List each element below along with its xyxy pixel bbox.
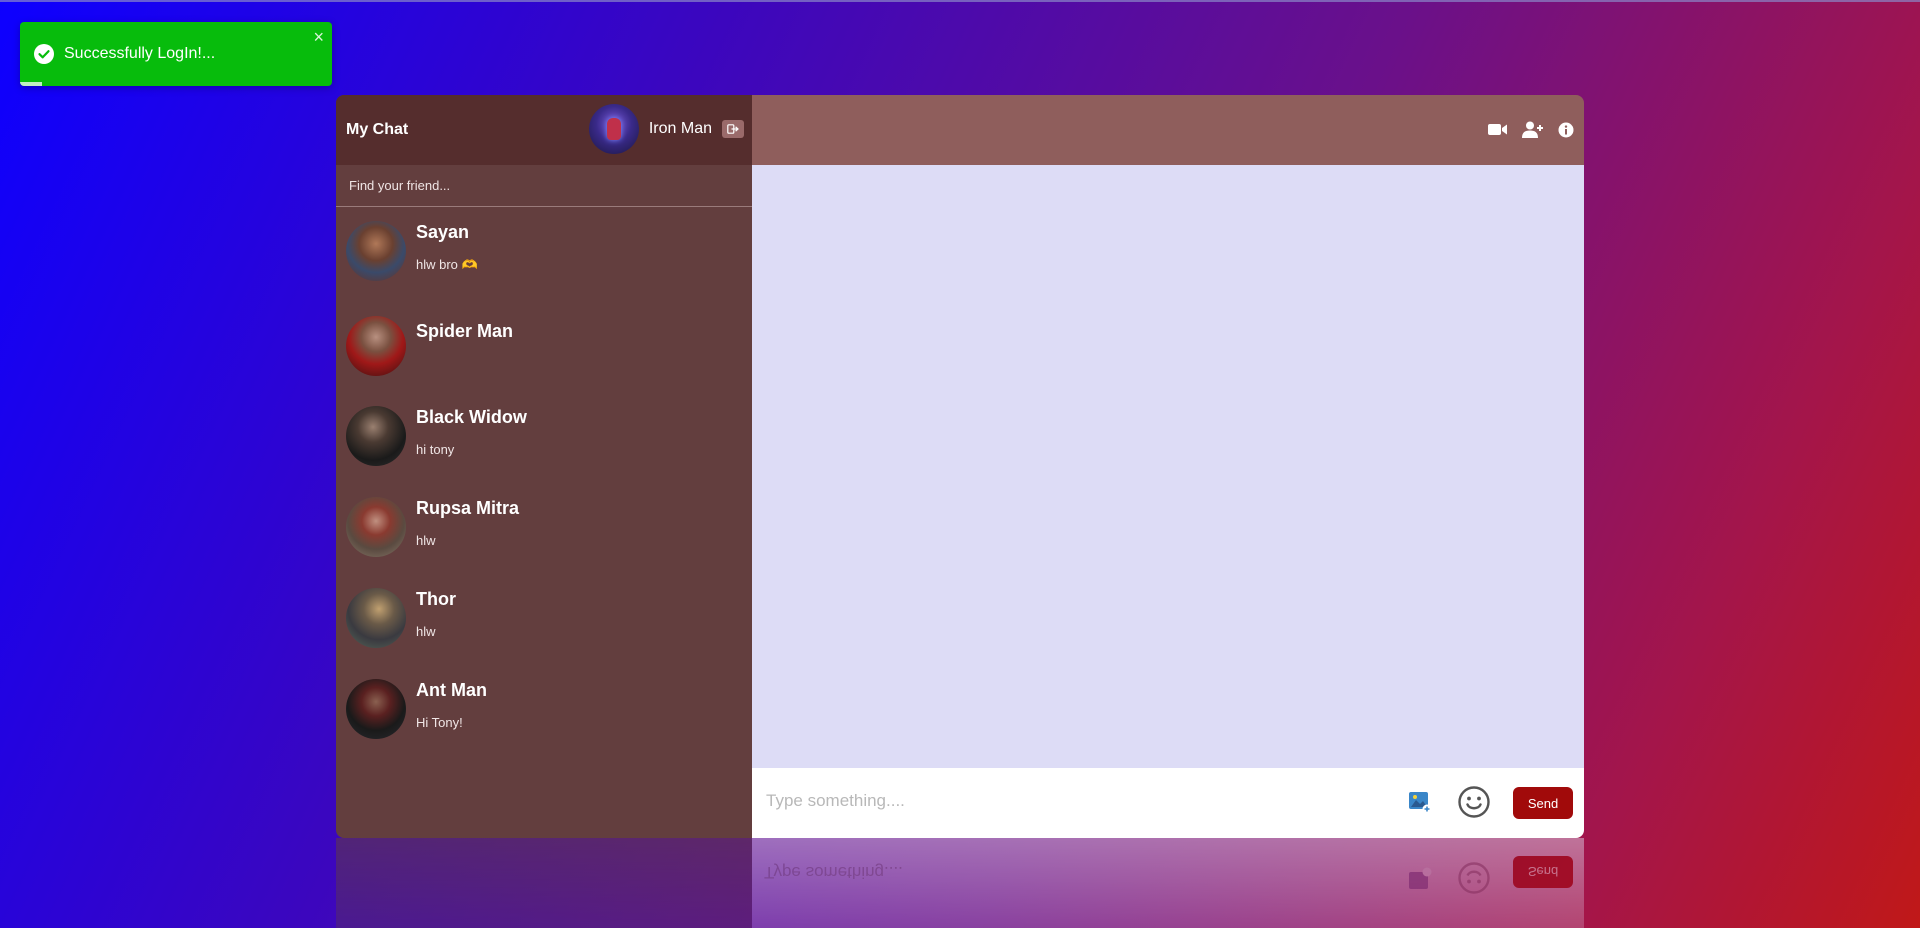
video-camera-icon[interactable] [1488,123,1508,136]
friend-last-message: hi tony [416,442,455,457]
friend-item-ant-man[interactable]: Ant Man Hi Tony! [336,679,752,739]
friend-item-spider-man[interactable]: Spider Man [336,316,752,376]
chat-reflection: Type something.... Send [336,838,1584,928]
friend-avatar [346,679,406,739]
friend-list: Sayan hlw bro 🫶 Spider Man Black Widow h… [336,207,752,739]
friend-search-input[interactable] [347,177,741,194]
top-border-line [0,0,1920,2]
friend-name: Rupsa Mitra [416,498,520,518]
friend-last-message: hlw [416,533,436,548]
reflection-placeholder: Type something.... [764,863,903,882]
send-button[interactable]: Send [1513,787,1573,819]
friend-item-thor[interactable]: Thor hlw [336,588,752,648]
current-user: Iron Man [588,104,744,154]
friend-name: Black Widow [416,407,527,427]
friend-name: Ant Man [416,680,487,700]
current-user-name: Iron Man [648,120,712,137]
reflection-emoji-icon [1457,856,1491,895]
toast-close-icon[interactable]: × [313,28,324,46]
friend-item-black-widow[interactable]: Black Widow hi tony [336,406,752,466]
friend-last-message: Hi Tony! [416,715,463,730]
image-upload-icon[interactable] [1408,790,1432,819]
friend-avatar [346,221,406,281]
current-user-avatar [588,104,639,154]
chat-window: My Chat Iron Man Sayan hlw br [336,95,1584,838]
friend-search [336,165,752,207]
friend-name: Thor [416,589,456,609]
toast-message: Successfully LogIn!... [64,45,216,62]
friend-item-rupsa-mitra[interactable]: Rupsa Mitra hlw [336,497,752,557]
message-composer: Send [752,768,1584,838]
login-success-toast[interactable]: Successfully LogIn!... × [20,22,332,86]
friend-item-sayan[interactable]: Sayan hlw bro 🫶 [336,221,752,281]
check-circle-icon [34,44,54,64]
message-input[interactable] [764,790,1368,812]
chat-panel: Send [752,95,1584,838]
sidebar-header: My Chat Iron Man [336,95,752,165]
message-area[interactable] [752,165,1584,768]
reflection-composer: Type something.... Send [752,838,1584,928]
friend-last-message: hlw [416,624,436,639]
toast-progress-bar [20,82,42,86]
info-icon[interactable] [1558,122,1574,138]
friend-name: Spider Man [416,321,514,341]
friend-name: Sayan [416,222,470,242]
chat-header-actions [1488,121,1574,138]
reflection-image-icon [1408,862,1432,891]
emoji-picker-icon[interactable] [1457,785,1491,824]
chat-header [752,95,1584,165]
friend-avatar [346,497,406,557]
friend-last-message: hlw bro 🫶 [416,257,478,272]
reflection-send-button: Send [1513,856,1573,888]
sidebar: My Chat Iron Man Sayan hlw br [336,95,752,838]
reflection-sidebar [336,838,752,928]
friend-avatar [346,588,406,648]
friend-avatar [346,406,406,466]
friend-avatar [346,316,406,376]
logout-icon [727,124,739,134]
logout-button[interactable] [722,120,744,138]
add-user-icon[interactable] [1522,121,1544,138]
app-brand: My Chat [346,121,409,138]
